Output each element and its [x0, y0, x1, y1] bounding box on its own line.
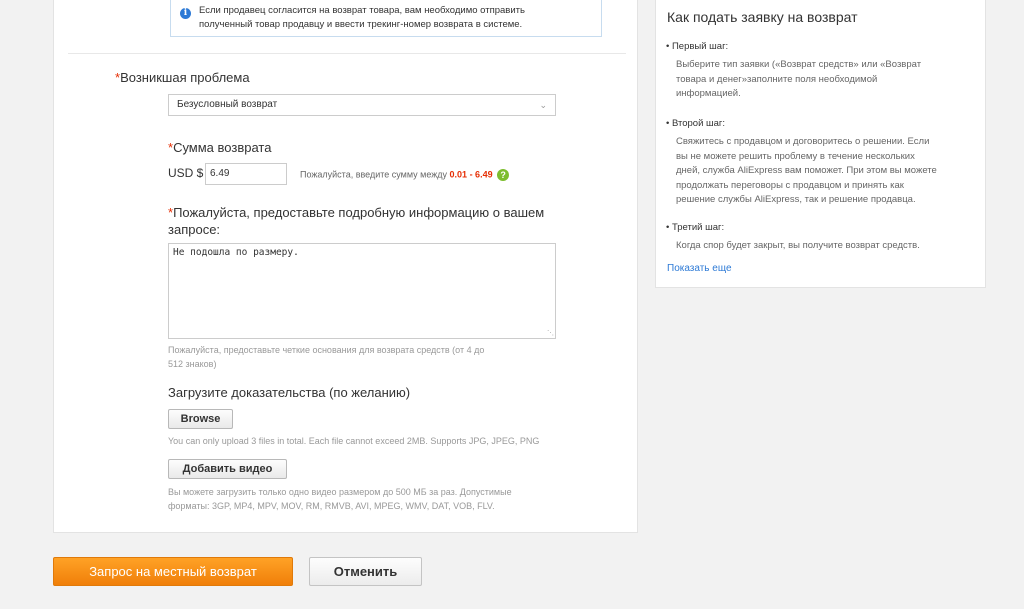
details-hint: Пожалуйста, предоставьте четкие основани… [168, 345, 485, 369]
problem-select[interactable]: Безусловный возврат ⌄ [168, 94, 556, 116]
browse-button[interactable]: Browse [168, 409, 233, 429]
video-hint: Вы можете загрузить только одно видео ра… [168, 487, 512, 511]
info-notice-line2: полученный товар продавцу и ввести треки… [199, 19, 523, 30]
help-icon[interactable]: ? [497, 169, 510, 181]
upload-label: Загрузите доказательства (по желанию) [168, 385, 411, 400]
sidebar-title: Как подать заявку на возврат [667, 9, 858, 25]
cancel-button[interactable]: Отменить [309, 557, 422, 586]
submit-refund-button[interactable]: Запрос на местный возврат [53, 557, 293, 586]
details-text: Не подошла по размеру. [173, 247, 299, 258]
amount-label: *Сумма возврата [168, 140, 272, 155]
problem-label: *Возникшая проблема [115, 70, 250, 85]
step2-text: Свяжитесь с продавцом и договоритесь о р… [676, 136, 937, 205]
step3-text: Когда спор будет закрыт, вы получите воз… [676, 240, 920, 251]
info-icon: i [180, 8, 191, 19]
step1-title: • Первый шаг: [666, 41, 729, 52]
details-textarea[interactable]: Не подошла по размеру. ⋱ [168, 243, 556, 339]
step2-title: • Второй шаг: [666, 118, 726, 129]
step3-title: • Третий шаг: [666, 222, 725, 233]
help-sidebar: Как подать заявку на возврат • Первый ша… [655, 0, 986, 288]
info-notice: i Если продавец согласится на возврат то… [170, 0, 602, 37]
upload-hint: You can only upload 3 files in total. Ea… [168, 436, 540, 446]
details-label: *Пожалуйста, предоставьте подробную инфо… [168, 205, 545, 237]
add-video-button[interactable]: Добавить видео [168, 459, 287, 479]
divider [68, 53, 626, 54]
chevron-down-icon: ⌄ [539, 100, 547, 110]
resize-grip-icon[interactable]: ⋱ [547, 330, 554, 337]
info-notice-line1: Если продавец согласится на возврат това… [199, 5, 525, 16]
amount-hint: Пожалуйста, введите сумму между 0.01 - 6… [300, 169, 510, 181]
currency-label: USD $ [168, 166, 204, 180]
step1-text: Выберите тип заявки («Возврат средств» и… [676, 59, 922, 99]
amount-range: 0.01 - 6.49 [449, 169, 493, 180]
amount-input[interactable]: 6.49 [205, 163, 287, 185]
problem-select-value: Безусловный возврат [177, 99, 278, 110]
show-more-link[interactable]: Показать еще [667, 263, 732, 274]
